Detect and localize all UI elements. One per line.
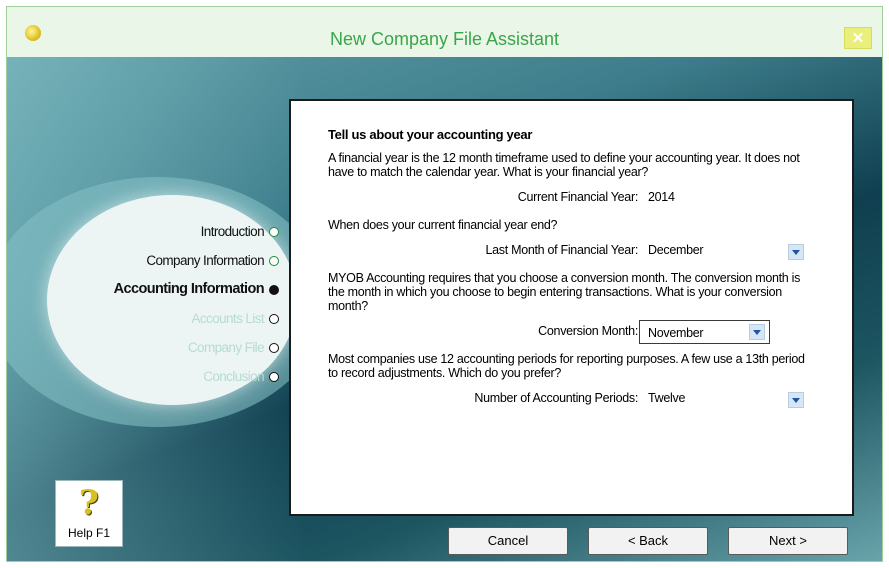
- close-icon: ✕: [851, 30, 865, 47]
- accounting-periods-description: Most companies use 12 accounting periods…: [328, 352, 805, 380]
- step-label: Company Information: [146, 253, 264, 268]
- step-label: Conclusion: [203, 369, 264, 384]
- question-mark-icon: ?: [79, 483, 99, 523]
- conversion-month-dropdown[interactable]: November: [639, 320, 770, 344]
- title-bar: New Company File Assistant ✕: [7, 7, 882, 57]
- step-introduction[interactable]: Introduction: [67, 217, 282, 246]
- conversion-month-value: November: [648, 326, 704, 340]
- financial-year-description: A financial year is the 12 month timefra…: [328, 151, 800, 179]
- accounting-periods-label: Number of Accounting Periods:: [474, 391, 638, 405]
- wizard-steps: Introduction Company Information Account…: [67, 217, 282, 391]
- step-indicator-icon: [269, 256, 279, 266]
- content-area: Introduction Company Information Account…: [7, 57, 882, 561]
- last-month-dropdown[interactable]: December: [648, 243, 704, 257]
- accounting-year-panel: Tell us about your accounting year A fin…: [289, 99, 854, 516]
- step-company-information[interactable]: Company Information: [67, 246, 282, 275]
- current-year-label: Current Financial Year:: [517, 190, 639, 204]
- step-indicator-icon: [269, 285, 279, 295]
- chevron-down-icon[interactable]: [788, 244, 804, 260]
- back-button[interactable]: < Back: [588, 527, 708, 555]
- step-accounts-list: Accounts List: [67, 304, 282, 333]
- current-year-row: Current Financial Year: 2014: [328, 185, 808, 209]
- chevron-down-icon[interactable]: [749, 324, 765, 340]
- conversion-month-label: Conversion Month:: [538, 324, 638, 338]
- step-conclusion: Conclusion: [67, 362, 282, 391]
- conversion-month-row: Conversion Month: November: [328, 319, 808, 344]
- assistant-window: New Company File Assistant ✕ Introductio…: [6, 6, 883, 562]
- cancel-button[interactable]: Cancel: [448, 527, 568, 555]
- help-label: Help F1: [67, 526, 111, 540]
- step-accounting-information[interactable]: Accounting Information: [67, 275, 282, 304]
- step-label: Introduction: [200, 224, 265, 239]
- current-year-value: 2014: [648, 190, 675, 204]
- step-indicator-icon: [269, 372, 279, 382]
- last-month-label: Last Month of Financial Year:: [485, 243, 638, 257]
- step-indicator-icon: [269, 314, 279, 324]
- accounting-periods-dropdown[interactable]: Twelve: [648, 391, 685, 405]
- chevron-down-icon[interactable]: [788, 392, 804, 408]
- step-indicator-icon: [269, 343, 279, 353]
- accounting-periods-row: Number of Accounting Periods: Twelve: [328, 386, 808, 410]
- step-label: Accounting Information: [113, 281, 265, 297]
- step-label: Accounts List: [191, 311, 265, 326]
- window-title: New Company File Assistant: [329, 29, 560, 49]
- panel-heading: Tell us about your accounting year: [328, 127, 533, 142]
- next-button[interactable]: Next >: [728, 527, 848, 555]
- conversion-month-description: MYOB Accounting requires that you choose…: [328, 271, 801, 313]
- year-end-question: When does your current financial year en…: [328, 218, 558, 232]
- step-company-file: Company File: [67, 333, 282, 362]
- close-button[interactable]: ✕: [844, 27, 872, 49]
- last-month-row: Last Month of Financial Year: December: [328, 238, 808, 262]
- step-indicator-icon: [269, 227, 279, 237]
- help-button[interactable]: ? Help F1: [55, 480, 123, 547]
- step-label: Company File: [187, 340, 265, 355]
